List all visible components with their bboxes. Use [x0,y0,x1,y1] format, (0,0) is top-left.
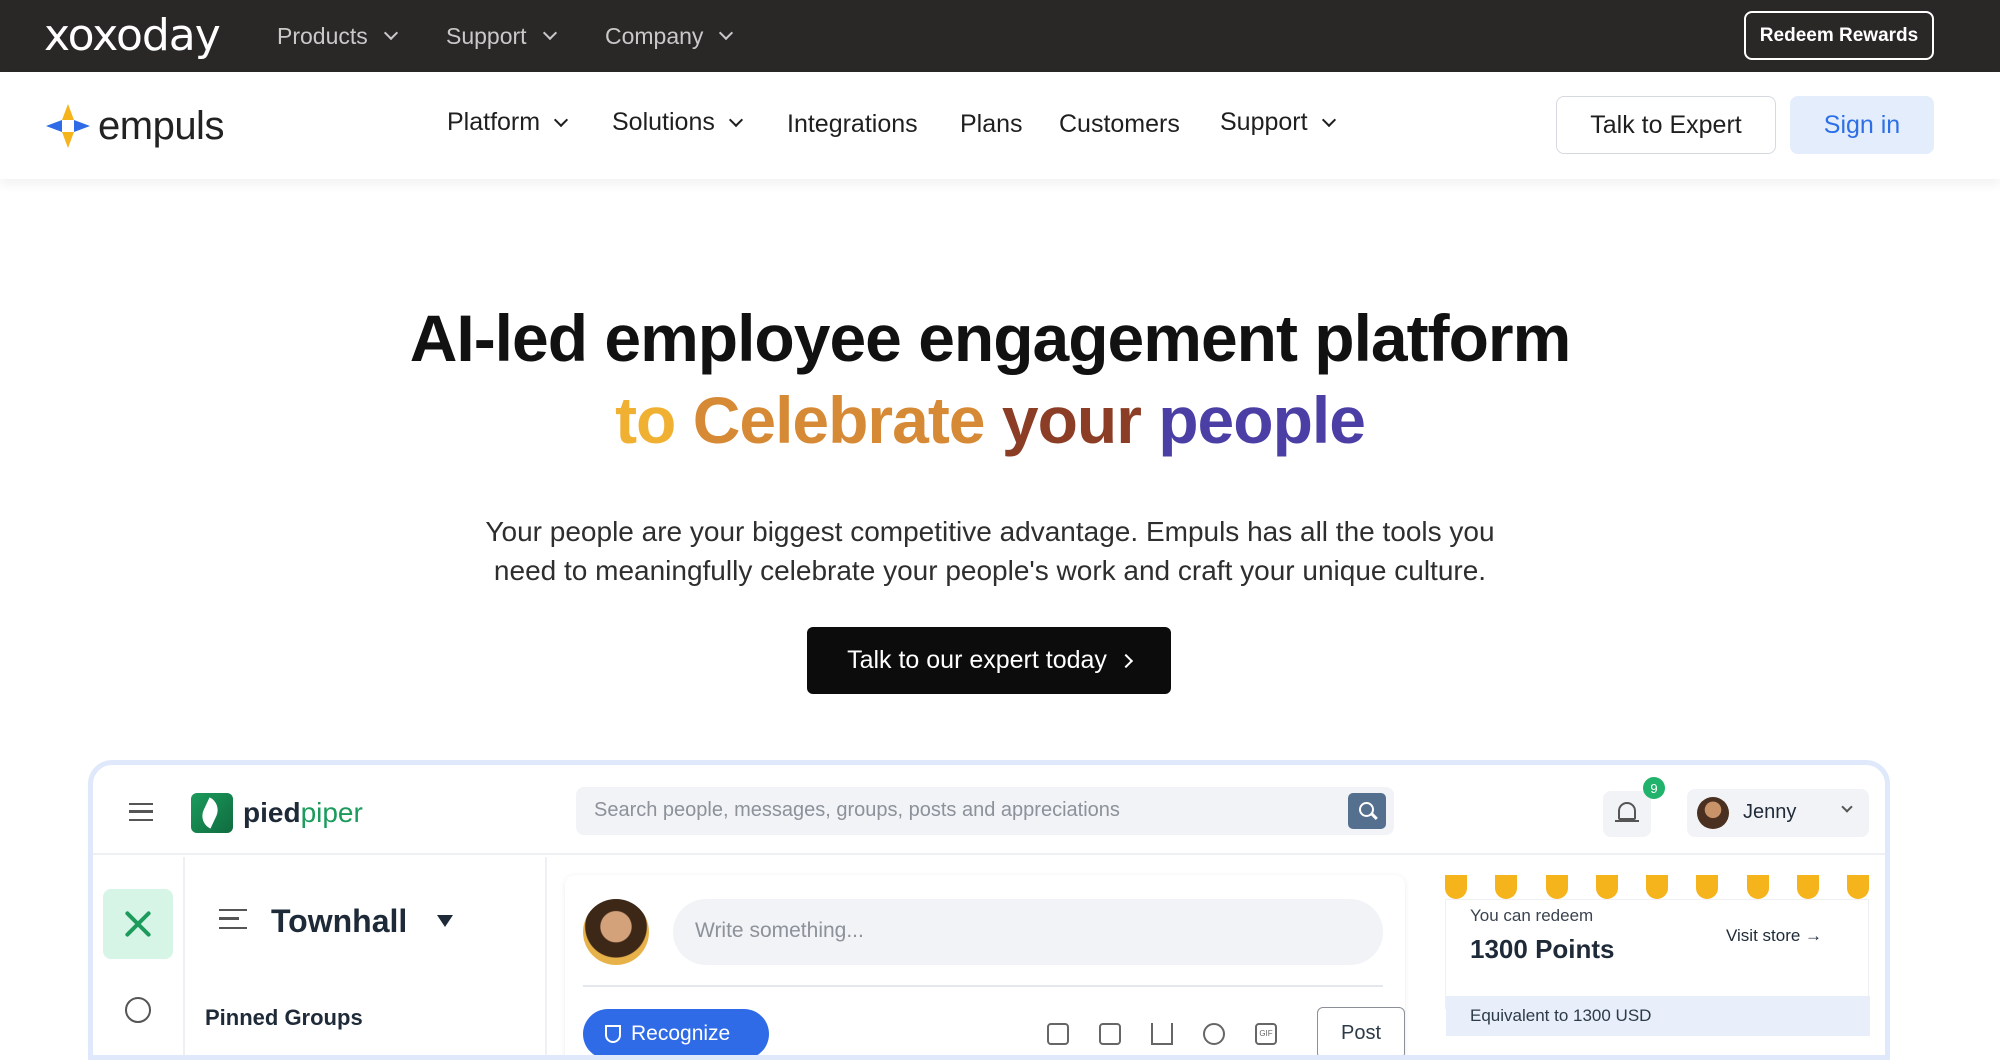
talk-to-expert-cta[interactable]: Talk to our expert today [807,627,1171,694]
group-menu-icon[interactable] [219,909,247,929]
nav-platform[interactable]: Platform [447,108,569,137]
menu-icon[interactable] [129,803,153,821]
reward-equivalent: Equivalent to 1300 USD [1446,996,1870,1036]
visit-store-link[interactable]: Visit store → [1726,926,1822,946]
image-icon[interactable] [1047,1023,1069,1045]
hero-subtitle: Your people are your biggest competitive… [400,512,1580,590]
award-icon[interactable] [125,997,151,1023]
recognize-label: Recognize [631,1022,731,1045]
reward-card-body: You can redeem 1300 Points Visit store →… [1445,899,1870,1036]
talk-to-expert-button[interactable]: Talk to Expert [1556,96,1776,154]
app-header: piedpiper Search people, messages, group… [93,765,1885,855]
topnav-products[interactable]: Products [277,22,398,50]
app-search-input[interactable]: Search people, messages, groups, posts a… [576,787,1394,835]
write-post-input[interactable]: Write something... [673,899,1383,965]
xoxoday-logo[interactable]: xoxoday [44,10,221,61]
post-button[interactable]: Post [1317,1007,1405,1055]
hero-word-people: people [1158,383,1366,457]
empuls-logo-text: empuls [98,103,224,148]
chevron-down-icon [383,25,398,41]
brand-right: piper [300,797,363,828]
nav-solutions[interactable]: Solutions [612,108,743,137]
chevron-down-icon [1321,112,1336,127]
brand-left: pied [243,797,301,828]
nav-solutions-label: Solutions [612,108,715,136]
chevron-down-icon [728,112,743,127]
notification-badge: 9 [1643,777,1665,799]
hero-title: AI-led employee engagement platform [409,301,1572,375]
avatar [583,899,649,965]
left-rail [93,857,185,1055]
hero-word-your: your [1001,383,1142,457]
reward-points: 1300 Points [1470,934,1615,964]
hero-title-highlight: to Celebrate your people [0,382,1980,458]
user-name: Jenny [1743,801,1797,823]
topnav-products-label: Products [277,22,368,49]
nav-support-label: Support [1220,108,1308,136]
topnav-support-label: Support [446,22,527,49]
bell-icon [1618,802,1636,820]
chevron-down-icon [554,112,569,127]
chevron-down-icon [542,25,557,41]
trophy-icon [605,1025,621,1043]
bell-icon-base [1615,820,1639,822]
topnav-company[interactable]: Company [605,22,734,50]
avatar [1697,797,1729,829]
notifications-button[interactable] [1603,791,1651,837]
nav-support[interactable]: Support [1220,108,1336,137]
nav-plans[interactable]: Plans [960,110,1023,139]
post-composer: Write something... Recognize GIF Post [565,875,1405,1055]
reward-card-scallop [1445,875,1869,899]
piedpiper-logo-icon [191,793,233,833]
top-bar: xoxoday Products Support Company Redeem … [0,0,2000,72]
groups-panel: Townhall Pinned Groups [187,857,547,1055]
empuls-logo[interactable]: empuls [44,102,224,150]
topnav-company-label: Company [605,22,704,49]
hub-icon[interactable] [103,889,173,959]
video-icon[interactable] [1099,1023,1121,1045]
recognize-button[interactable]: Recognize [583,1009,769,1055]
cta-label: Talk to our expert today [847,646,1107,674]
search-placeholder: Search people, messages, groups, posts a… [594,799,1120,821]
sign-in-button[interactable]: Sign in [1790,96,1934,154]
divider [583,985,1383,987]
group-selector[interactable]: Townhall [271,903,407,940]
hero-word-celebrate: Celebrate [692,383,986,457]
caret-down-icon[interactable] [437,915,453,927]
nav-integrations-label: Integrations [787,110,918,138]
nav-plans-label: Plans [960,110,1023,138]
chevron-down-icon [719,25,734,41]
reward-label: You can redeem [1470,906,1594,925]
search-icon[interactable] [1348,793,1386,829]
user-menu[interactable]: Jenny [1687,789,1869,837]
xoxoday-logo-text: xoxoday [44,10,221,61]
app-preview: piedpiper Search people, messages, group… [88,760,1890,1060]
emoji-icon[interactable] [1203,1023,1225,1045]
hero-word-to: to [615,383,676,457]
chevron-right-icon [1118,653,1134,668]
reward-card: You can redeem 1300 Points Visit store →… [1445,875,1870,1036]
empuls-logo-icon [46,104,90,148]
write-placeholder: Write something... [695,919,864,942]
nav-customers-label: Customers [1059,110,1180,138]
nav-integrations[interactable]: Integrations [787,110,918,139]
nav-platform-label: Platform [447,108,541,136]
piedpiper-logo[interactable]: piedpiper [191,793,363,833]
main-nav: empuls Platform Solutions Integrations P… [0,72,2000,179]
redeem-rewards-button[interactable]: Redeem Rewards [1744,11,1934,60]
hero-subtitle-line2: need to meaningfully celebrate your peop… [493,555,1487,586]
chevron-down-icon [1841,801,1853,813]
piedpiper-logo-text: piedpiper [243,797,363,829]
poll-icon[interactable] [1151,1023,1173,1045]
hero-subtitle-line1: Your people are your biggest competitive… [485,516,1495,547]
topnav-support[interactable]: Support [446,22,557,50]
pinned-groups-heading: Pinned Groups [205,1005,363,1030]
nav-customers[interactable]: Customers [1059,110,1180,139]
gif-icon[interactable]: GIF [1255,1023,1277,1045]
